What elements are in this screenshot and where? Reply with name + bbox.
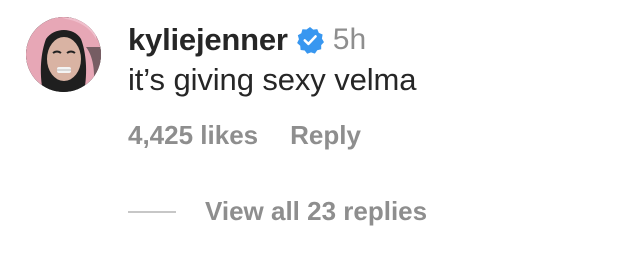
reply-button[interactable]: Reply: [290, 120, 361, 151]
avatar-image: [26, 17, 101, 92]
timestamp: 5h: [332, 23, 367, 56]
view-replies-label: View all 23 replies: [205, 196, 428, 226]
comment: kyliejenner 5h it’s giving sexy velma 4,…: [0, 0, 634, 253]
comment-header: kyliejenner 5h: [128, 18, 366, 62]
replies-divider: [128, 210, 176, 213]
avatar[interactable]: [26, 17, 101, 92]
comment-text: it’s giving sexy velma: [128, 62, 417, 97]
comment-actions: 4,425 likes Reply: [128, 120, 361, 151]
verified-badge-icon: [296, 26, 324, 54]
username[interactable]: kyliejenner: [128, 22, 288, 58]
view-replies-button[interactable]: View all 23 replies: [128, 196, 427, 227]
likes-count[interactable]: 4,425 likes: [128, 120, 258, 151]
